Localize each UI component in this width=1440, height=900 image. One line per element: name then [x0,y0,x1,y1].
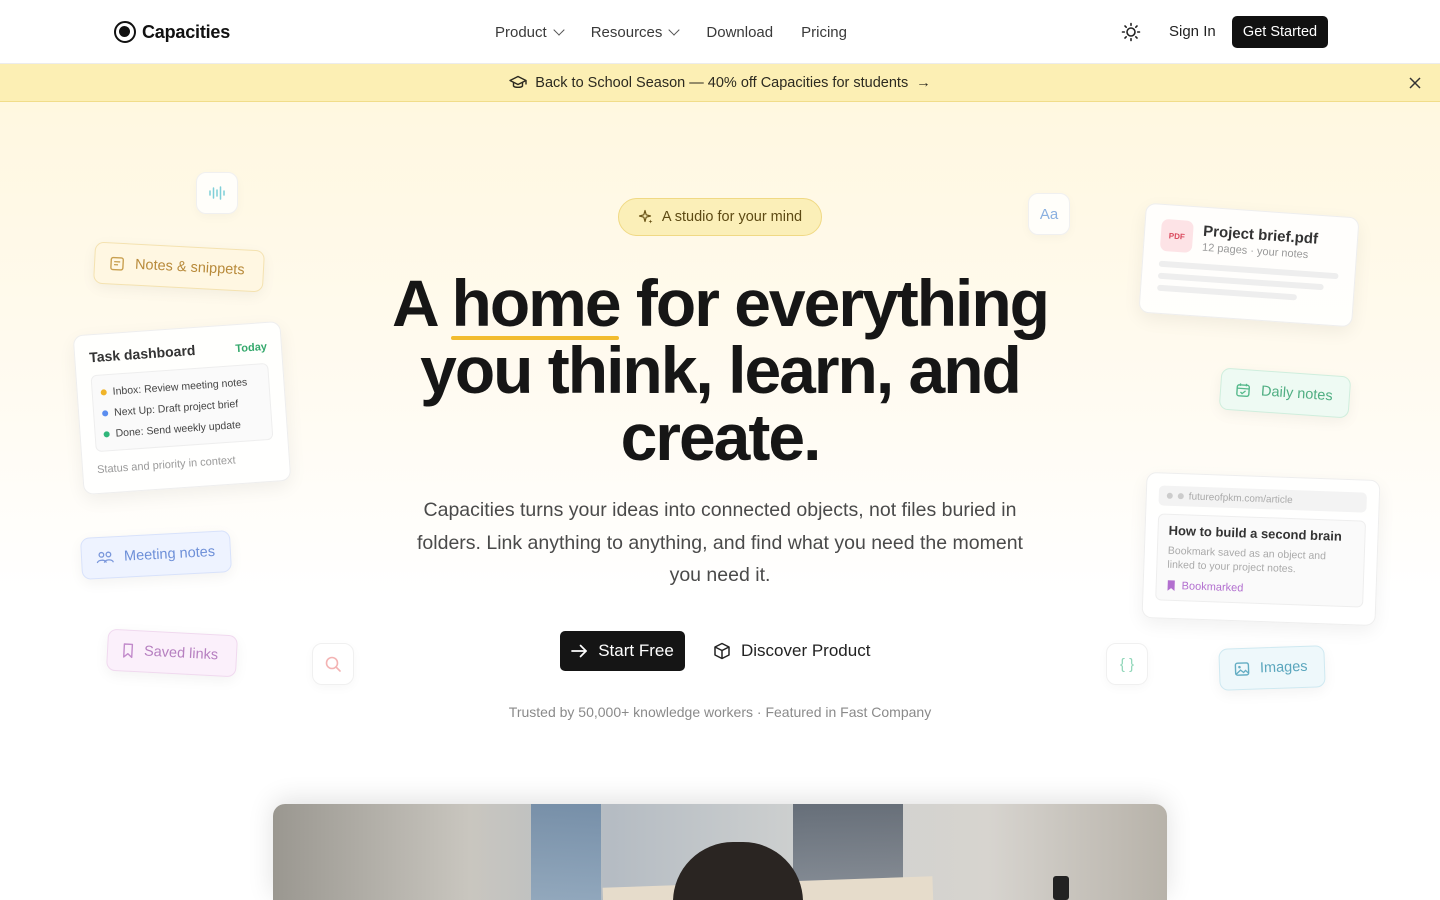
headline-line-2: you think, learn, and [420,333,1022,407]
typography-tile: Aa [1028,193,1070,235]
nav-download[interactable]: Download [706,24,773,41]
sun-icon [1121,22,1141,42]
saved-links-label: Saved links [143,643,219,664]
bookmark-url: futureofpkm.com/article [1188,490,1293,506]
arrow-right-icon [571,644,588,658]
task-item-text: Done: Send weekly update [115,418,242,440]
start-free-button[interactable]: Start Free [560,631,685,671]
task-list: Inbox: Review meeting notes Next Up: Dra… [90,362,274,453]
nav-resources-label: Resources [590,23,663,41]
bookmark-title: How to build a second brain [1168,522,1343,544]
images-label: Images [1259,658,1308,677]
hero-section: Aa { } Notes & snippets Task dashboard T… [0,102,1440,900]
promo-banner: Back to School Season — 40% off Capaciti… [0,64,1440,102]
nav-pricing[interactable]: Pricing [801,24,847,41]
headline-underline [451,336,619,340]
status-dot [101,409,109,417]
logo[interactable]: Capacities [114,19,230,45]
nav-product-label: Product [495,23,547,41]
font-icon: Aa [1039,205,1059,223]
nav-pricing-label: Pricing [801,23,847,41]
window-dot [1166,492,1173,499]
get-started-button[interactable]: Get Started [1232,16,1328,48]
close-icon[interactable] [1408,76,1422,90]
nav-product[interactable]: Product [495,23,565,41]
arrow-right-icon: → [916,74,931,91]
audio-waveform-icon [209,186,225,200]
top-navigation: Capacities Product Resources Download Pr… [0,0,1440,64]
headline-line-1: A home for everything [392,266,1050,340]
discover-product-button[interactable]: Discover Product [713,631,870,671]
url-bar: futureofpkm.com/article [1158,485,1368,513]
start-free-label: Start Free [598,641,674,660]
bookmark-card: futureofpkm.com/article How to build a s… [1141,471,1381,627]
promo-banner-link[interactable]: Back to School Season — 40% off Capaciti… [509,74,931,91]
trust-line: Trusted by 50,000+ knowledge workers · F… [508,704,932,720]
nav-links: Product Resources Download Pricing [495,0,875,64]
headline-line-3: create. [620,400,822,474]
chevron-down-icon [553,24,565,36]
chevron-down-icon [668,24,681,36]
video-wall-art [531,804,601,900]
meeting-notes-label: Meeting notes [123,543,216,565]
today-badge: Today [235,340,268,356]
task-dashboard-card: Task dashboard Today Inbox: Review meeti… [72,320,292,496]
video-object [1053,876,1069,900]
saved-links-tag: Saved links [105,628,239,678]
pdf-card: PDF Project brief.pdf 12 pages · your no… [1138,202,1360,328]
meeting-notes-tag: Meeting notes [80,530,232,580]
bookmark-description: Bookmark saved as an object and linked t… [1167,544,1327,576]
pdf-file-icon: PDF [1159,218,1194,253]
window-dot [1177,493,1184,500]
capacities-logo-icon [114,21,136,43]
bookmark-icon [123,643,134,659]
sign-in-link[interactable]: Sign In [1169,23,1216,40]
nav-download-label: Download [706,23,774,41]
images-tag: Images [1218,645,1326,691]
daily-notes-tag: Daily notes [1218,367,1352,419]
promo-banner-text: Back to School Season — 40% off Capaciti… [535,74,909,91]
search-tile [312,643,354,685]
hero-headline: A home for everything you think, learn, … [320,270,1120,471]
bookmark-icon [1167,580,1175,592]
tagline-text: A studio for your mind [661,209,803,225]
product-video[interactable] [273,804,1167,900]
curly-braces-icon: { } [1119,655,1135,673]
calendar-icon [1236,383,1251,398]
status-dot [100,388,107,396]
notes-snippets-label: Notes & snippets [134,256,245,279]
people-icon [96,551,114,564]
status-dot [103,430,110,438]
sparkle-icon [638,209,653,224]
bookmarked-badge: Bookmarked [1166,580,1352,598]
theme-toggle-button[interactable] [1119,20,1143,44]
discover-product-label: Discover Product [741,641,871,660]
graduation-cap-icon [509,75,527,88]
cube-icon [714,642,730,660]
hero-subcopy: Capacities turns your ideas into connect… [417,499,1023,586]
image-icon [1234,662,1250,676]
bookmarked-label: Bookmarked [1181,580,1244,595]
audio-tile [196,172,238,214]
notes-snippets-tag: Notes & snippets [93,241,265,293]
daily-notes-label: Daily notes [1260,383,1334,405]
tagline-pill: A studio for your mind [618,198,822,236]
note-icon [110,256,124,271]
search-icon [325,656,341,672]
task-dashboard-title: Task dashboard [88,341,196,366]
task-dashboard-footer: Status and priority in context [96,454,237,477]
video-person [673,842,803,900]
code-tile: { } [1106,643,1148,685]
nav-resources[interactable]: Resources [590,23,681,41]
logo-text: Capacities [142,21,231,42]
